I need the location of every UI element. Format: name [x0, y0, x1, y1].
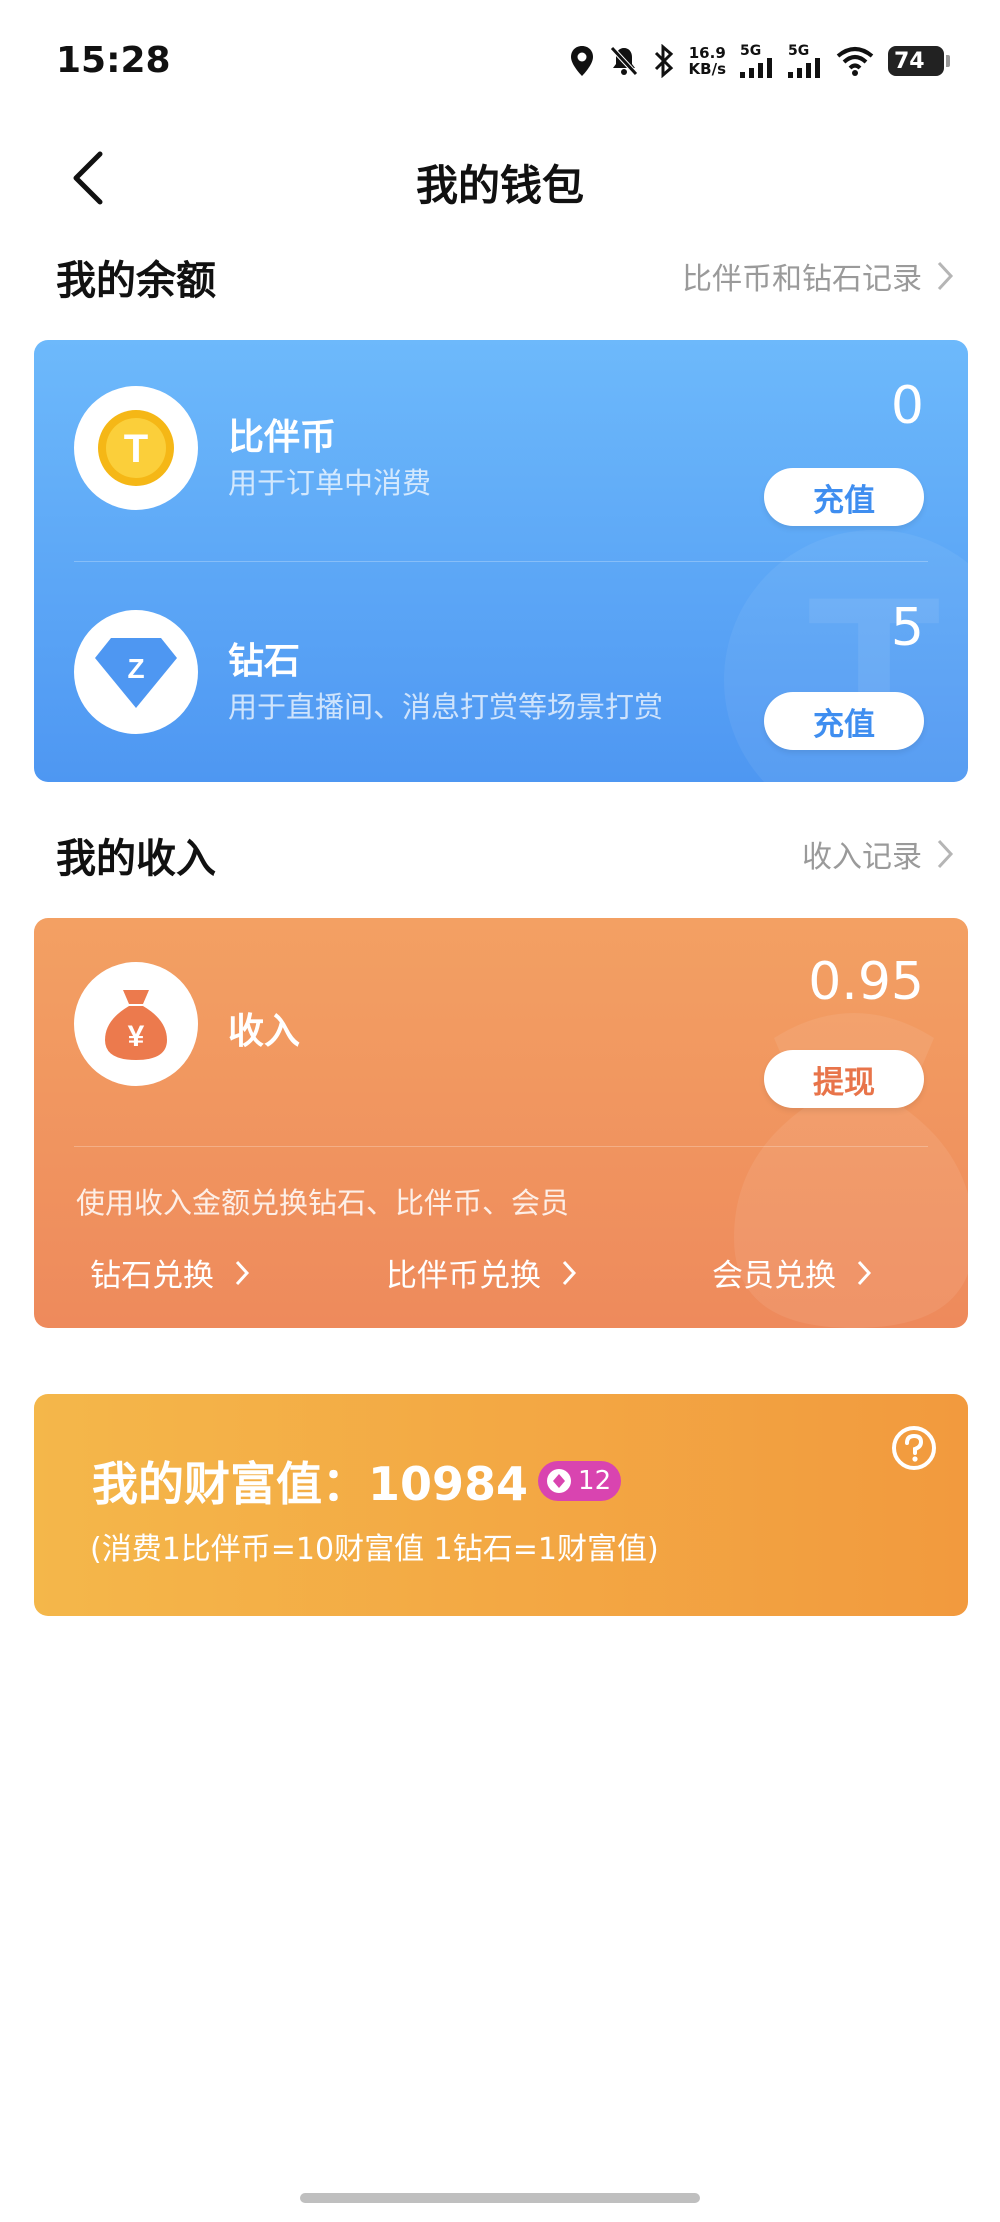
- page-title: 我的钱包: [415, 161, 584, 210]
- svg-text:T: T: [124, 427, 148, 471]
- coin-amount: 0: [890, 376, 924, 436]
- income-amount: 0.95: [808, 952, 924, 1012]
- status-icons: 16.9 KB/s 5G 5G 74: [569, 44, 950, 78]
- chevron-right-icon: [937, 839, 954, 869]
- chevron-right-icon: [235, 1260, 250, 1285]
- net-speed: 16.9 KB/s: [688, 44, 726, 78]
- battery-indicator: 74: [888, 46, 950, 76]
- sim2-signal: 5G: [788, 44, 822, 78]
- wealth-card: 我的财富值：10984 12 (消费1比伴币=10财富值 1钻石=1财富值): [34, 1394, 968, 1616]
- question-circle-icon[interactable]: [890, 1424, 938, 1472]
- signal-icon: [788, 58, 820, 78]
- diamond-desc: 用于直播间、消息打赏等场景打赏: [228, 690, 664, 724]
- coin-exchange-label: 比伴币兑换: [386, 1258, 541, 1294]
- diamond-amount: 5: [890, 598, 924, 658]
- wifi-icon: [836, 47, 874, 76]
- signal-icon: [740, 58, 772, 78]
- diamond-recharge-button[interactable]: 充值: [764, 692, 924, 750]
- svg-text:Z: Z: [127, 653, 144, 684]
- coin-icon-wrap: T: [74, 386, 198, 510]
- income-name: 收入: [228, 1011, 301, 1052]
- chevron-right-icon: [937, 261, 954, 291]
- income-divider: [74, 1146, 928, 1147]
- diamond-exchange-link[interactable]: 钻石兑换: [90, 1250, 250, 1295]
- level-value: 12: [578, 1466, 612, 1496]
- sim1-signal: 5G: [740, 44, 774, 78]
- diamond-icon-wrap: Z: [74, 610, 198, 734]
- coin-desc: 用于订单中消费: [228, 466, 432, 500]
- balance-record-link[interactable]: 比伴币和钻石记录: [682, 254, 954, 298]
- bluetooth-icon: [654, 44, 673, 78]
- income-record-label: 收入记录: [802, 840, 922, 875]
- level-gem-icon: [547, 1469, 572, 1493]
- status-time: 15:28: [56, 40, 171, 81]
- balance-divider: [74, 561, 928, 562]
- money-bag-icon-wrap: ¥: [74, 962, 198, 1086]
- coin-icon: T: [98, 410, 174, 486]
- coin-recharge-button[interactable]: 充值: [764, 468, 924, 526]
- withdraw-button[interactable]: 提现: [764, 1050, 924, 1108]
- member-exchange-label: 会员兑换: [712, 1258, 836, 1294]
- money-bag-icon: ¥: [105, 990, 167, 1060]
- wealth-title: 我的财富值：10984: [92, 1457, 529, 1511]
- diamond-name: 钻石: [228, 641, 301, 682]
- income-section-title: 我的收入: [56, 836, 216, 882]
- balance-section-title: 我的余额: [56, 258, 216, 304]
- chevron-right-icon: [857, 1260, 872, 1285]
- level-badge: 12: [538, 1461, 622, 1501]
- mute-bell-icon: [609, 46, 638, 76]
- coin-exchange-link[interactable]: 比伴币兑换: [386, 1250, 577, 1295]
- diamond-exchange-label: 钻石兑换: [90, 1258, 214, 1294]
- home-indicator[interactable]: [300, 2193, 700, 2203]
- location-icon: [570, 46, 593, 76]
- chevron-right-icon: [562, 1260, 577, 1285]
- svg-text:¥: ¥: [128, 1020, 145, 1053]
- balance-record-label: 比伴币和钻石记录: [682, 262, 922, 297]
- member-exchange-link[interactable]: 会员兑换: [712, 1250, 872, 1295]
- coin-name: 比伴币: [228, 417, 337, 458]
- wealth-note: (消费1比伴币=10财富值 1钻石=1财富值): [90, 1532, 659, 1567]
- income-hint: 使用收入金额兑换钻石、比伴币、会员: [76, 1186, 570, 1220]
- diamond-icon: Z: [95, 638, 177, 708]
- wealth-title-row: 我的财富值：10984 12: [92, 1448, 622, 1514]
- income-record-link[interactable]: 收入记录: [802, 832, 954, 876]
- balance-card: T T 比伴币 用于订单中消费 0 充值 Z 钻石 用于直播间、消息打赏等场景打…: [34, 340, 968, 782]
